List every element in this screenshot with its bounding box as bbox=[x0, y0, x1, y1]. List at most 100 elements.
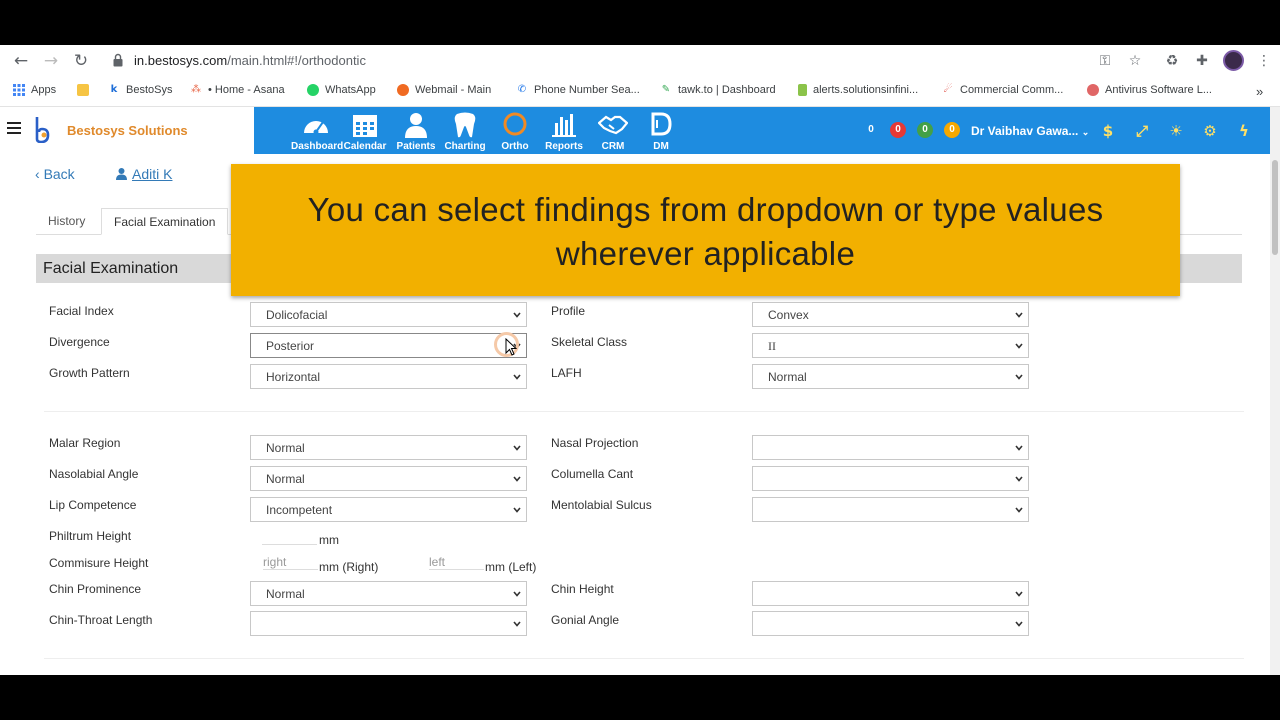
profile-avatar[interactable] bbox=[1223, 50, 1244, 71]
lip-competence-label: Lip Competence bbox=[49, 498, 137, 512]
url-field[interactable]: in.bestosys.com/main.html#!/orthodontic bbox=[134, 53, 366, 68]
commisure-height-label: Commisure Height bbox=[49, 556, 149, 570]
puzzle-icon[interactable]: ✚ bbox=[1193, 52, 1211, 70]
extension-recycle-icon[interactable]: ♻ bbox=[1163, 52, 1181, 70]
key-icon[interactable]: ⚿ bbox=[1096, 52, 1114, 70]
more-vertical-icon[interactable]: ⋮ bbox=[1255, 52, 1273, 70]
commisure-right-input[interactable]: right bbox=[263, 555, 318, 570]
nasal-projection-label: Nasal Projection bbox=[551, 436, 639, 450]
bookmark-webmail[interactable]: Webmail - Main bbox=[397, 84, 491, 96]
bookmark-folder[interactable] bbox=[77, 84, 95, 96]
philtrum-height-input[interactable] bbox=[262, 529, 317, 545]
nav-reports[interactable]: Reports bbox=[541, 111, 587, 152]
bookmark-commercial[interactable]: ☄ Commercial Comm... bbox=[942, 84, 1064, 96]
gear-icon[interactable]: ⚙ bbox=[1200, 121, 1220, 141]
fullscreen-icon[interactable]: ⤢ bbox=[1132, 121, 1152, 141]
malar-region-select[interactable]: Normal bbox=[250, 435, 527, 460]
chevron-down-icon bbox=[1015, 507, 1023, 513]
calendar-icon bbox=[353, 115, 377, 137]
chevron-down-icon bbox=[1015, 445, 1023, 451]
tab-facial-examination[interactable]: Facial Examination bbox=[101, 208, 229, 235]
divider bbox=[44, 411, 1244, 412]
columella-cant-select[interactable] bbox=[752, 466, 1029, 491]
tooltip-line-1: You can select findings from dropdown or… bbox=[307, 191, 1104, 228]
nav-dashboard[interactable]: Dashboard bbox=[291, 111, 343, 152]
reload-icon[interactable]: ↻ bbox=[71, 51, 91, 71]
antivirus-icon bbox=[1087, 84, 1099, 96]
chevron-down-icon bbox=[513, 591, 521, 597]
bookmark-alerts[interactable]: alerts.solutionsinfini... bbox=[798, 84, 918, 96]
section-title: Facial Examination bbox=[43, 260, 179, 277]
chevron-down-icon: ⌄ bbox=[1081, 127, 1090, 137]
bookmark-bestosys[interactable]: k BestoSys bbox=[108, 84, 173, 96]
bookmark-antivirus[interactable]: Antivirus Software L... bbox=[1087, 84, 1212, 96]
nav-ortho[interactable]: Ortho bbox=[492, 111, 538, 152]
nasal-projection-select[interactable] bbox=[752, 435, 1029, 460]
notification-badge-red[interactable]: 0 bbox=[890, 122, 906, 138]
star-icon[interactable]: ☆ bbox=[1126, 52, 1144, 70]
chevron-down-icon bbox=[1015, 312, 1023, 318]
facial-index-select[interactable]: Dolicofacial bbox=[250, 302, 527, 327]
chevron-down-icon bbox=[1015, 374, 1023, 380]
skeletal-class-label: Skeletal Class bbox=[551, 335, 628, 349]
brand-name: Bestosys Solutions bbox=[67, 123, 188, 138]
chevron-down-icon bbox=[513, 374, 521, 380]
mouse-cursor-icon bbox=[505, 338, 517, 356]
commisure-left-input[interactable]: left bbox=[429, 555, 484, 570]
nasolabial-angle-label: Nasolabial Angle bbox=[49, 467, 139, 481]
growth-pattern-select[interactable]: Horizontal bbox=[250, 364, 527, 389]
chevron-down-icon bbox=[1015, 476, 1023, 482]
dollar-icon[interactable]: $ bbox=[1098, 121, 1118, 141]
divergence-select[interactable]: Posterior bbox=[250, 333, 527, 358]
browser-window: ← → ↻ in.bestosys.com/main.html#!/orthod… bbox=[0, 45, 1280, 675]
back-arrow-icon[interactable]: ← bbox=[11, 51, 31, 71]
bookmark-phone-search[interactable]: ✆ Phone Number Sea... bbox=[516, 84, 640, 96]
lip-competence-select[interactable]: Incompetent bbox=[250, 497, 527, 522]
commercial-icon: ☄ bbox=[943, 84, 953, 95]
bookmark-whatsapp[interactable]: WhatsApp bbox=[307, 84, 376, 96]
chin-prominence-select[interactable]: Normal bbox=[250, 581, 527, 606]
mentolabial-sulcus-select[interactable] bbox=[752, 497, 1029, 522]
bookmark-tawk[interactable]: ✎ tawk.to | Dashboard bbox=[660, 84, 776, 96]
notification-badge-yellow[interactable]: 0 bbox=[944, 122, 960, 138]
bar-chart-icon bbox=[552, 114, 576, 137]
patient-name-link[interactable]: Aditi K bbox=[116, 166, 172, 182]
nav-dm[interactable]: DM bbox=[641, 111, 681, 152]
phone-icon: ✆ bbox=[517, 84, 527, 95]
chin-throat-length-select[interactable] bbox=[250, 611, 527, 636]
bookmark-asana[interactable]: ⁂ • Home - Asana bbox=[190, 84, 285, 96]
nav-patients[interactable]: Patients bbox=[393, 111, 439, 152]
chin-height-select[interactable] bbox=[752, 581, 1029, 606]
nasolabial-angle-select[interactable]: Normal bbox=[250, 466, 527, 491]
whatsapp-icon bbox=[307, 84, 319, 96]
bookmarks-bar: Apps k BestoSys ⁂ • Home - Asana WhatsAp… bbox=[0, 76, 1280, 107]
lightbulb-icon[interactable]: ☀ bbox=[1166, 121, 1186, 141]
user-icon bbox=[116, 168, 127, 180]
user-menu[interactable]: Dr Vaibhav Gawa... ⌄ bbox=[971, 124, 1089, 138]
profile-select[interactable]: Convex bbox=[752, 302, 1029, 327]
gonial-angle-select[interactable] bbox=[752, 611, 1029, 636]
skeletal-class-select[interactable]: II bbox=[752, 333, 1029, 358]
lafh-select[interactable]: Normal bbox=[752, 364, 1029, 389]
nav-charting[interactable]: Charting bbox=[442, 111, 488, 152]
chevron-left-icon: ‹ bbox=[35, 166, 40, 182]
bestosys-logo-icon bbox=[35, 117, 50, 143]
nav-calendar[interactable]: Calendar bbox=[342, 111, 388, 152]
nav-crm[interactable]: CRM bbox=[590, 111, 636, 152]
commisure-right-unit: mm (Right) bbox=[319, 560, 379, 574]
notification-badge-blue[interactable]: 0 bbox=[863, 122, 879, 138]
malar-region-label: Malar Region bbox=[49, 436, 121, 450]
page-scrollbar-thumb[interactable] bbox=[1272, 160, 1278, 255]
profile-label: Profile bbox=[551, 304, 586, 318]
chevron-down-icon bbox=[1015, 343, 1023, 349]
notification-badge-green[interactable]: 0 bbox=[917, 122, 933, 138]
forward-arrow-icon[interactable]: → bbox=[41, 51, 61, 71]
back-link[interactable]: ‹ Back bbox=[35, 166, 75, 182]
lightning-icon[interactable]: ϟ bbox=[1234, 121, 1254, 141]
lock-icon bbox=[113, 53, 123, 67]
bookmarks-overflow-icon[interactable]: » bbox=[1256, 84, 1263, 99]
chevron-down-icon bbox=[1015, 591, 1023, 597]
bookmark-apps[interactable]: Apps bbox=[13, 84, 56, 96]
tab-history[interactable]: History bbox=[36, 208, 97, 235]
hamburger-menu-icon[interactable] bbox=[7, 122, 21, 134]
